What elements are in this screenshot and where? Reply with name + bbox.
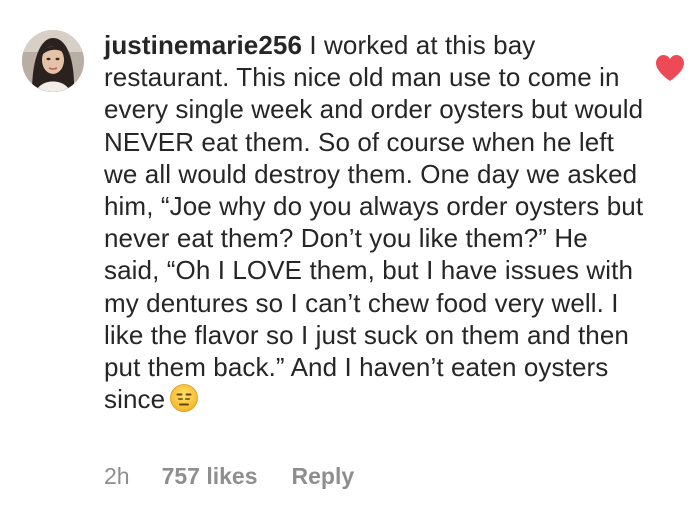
- expressionless-face-emoji-icon: [170, 384, 199, 413]
- timestamp: 2h: [104, 463, 130, 489]
- avatar[interactable]: [22, 30, 84, 92]
- comment-body: justinemarie256 I worked at this bay res…: [104, 29, 644, 415]
- username-link[interactable]: justinemarie256: [104, 30, 302, 60]
- heart-icon[interactable]: [655, 54, 685, 82]
- comment-meta: 2h 757 likes Reply: [104, 463, 354, 490]
- likes-count[interactable]: 757 likes: [162, 463, 258, 490]
- comment-text-block: justinemarie256 I worked at this bay res…: [104, 29, 644, 415]
- reply-button[interactable]: Reply: [292, 463, 355, 490]
- comment: justinemarie256 I worked at this bay res…: [0, 0, 700, 509]
- comment-text: I worked at this bay restaurant. This ni…: [104, 30, 644, 415]
- avatar-photo: [22, 30, 84, 92]
